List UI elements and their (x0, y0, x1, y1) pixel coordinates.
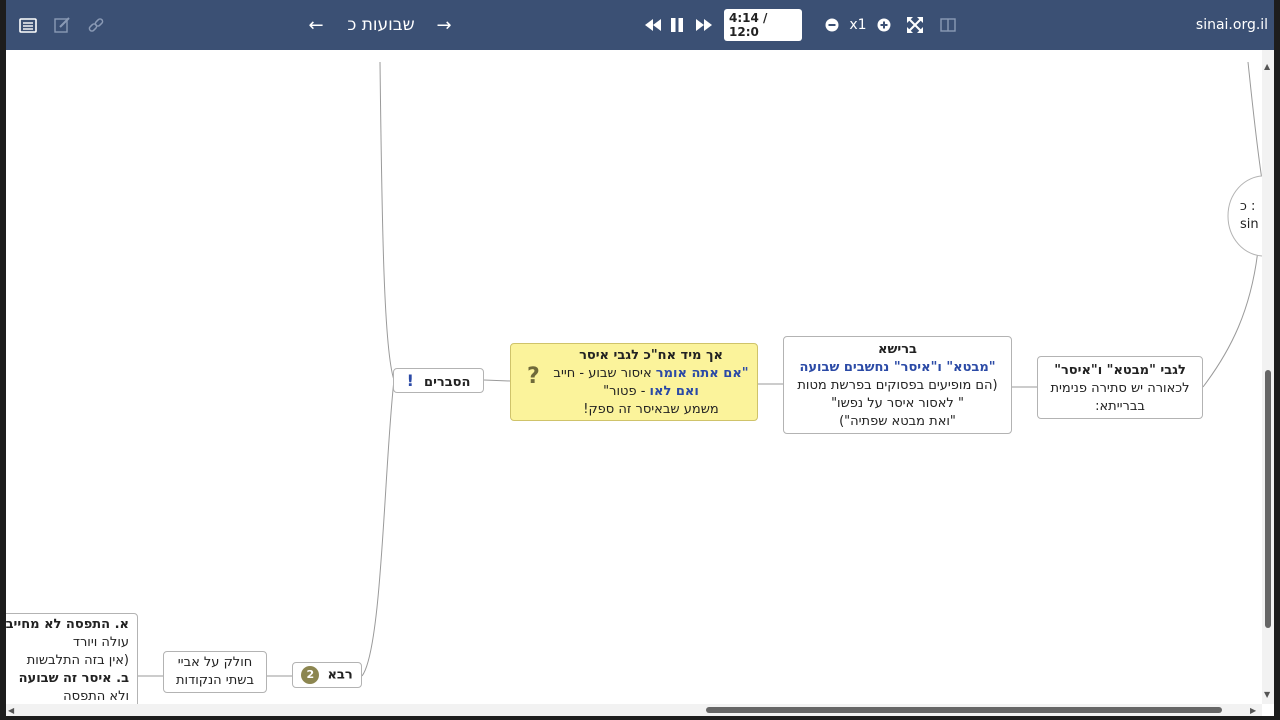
central-node-partial[interactable]: כ : sin (1240, 198, 1262, 234)
node-highlight-text: "אם אתה אומר (655, 366, 749, 381)
vertical-scroll-thumb[interactable] (1265, 370, 1271, 628)
node-text: - פטור" (603, 384, 650, 399)
node-text: חולק על אביי (177, 655, 253, 670)
horizontal-scroll-thumb[interactable] (706, 707, 1222, 713)
exclamation-icon: ! (406, 371, 414, 390)
node-title: אך מיד אח"כ לגבי איסר (579, 348, 723, 363)
node-text: (אין בזה התלבשות (26, 653, 129, 668)
prev-arrow-button[interactable]: ← (304, 0, 328, 50)
node-text: ולא התפסה (63, 689, 129, 704)
node-text: א. התפסה לא מחייבת (6, 617, 129, 632)
window-edge (0, 716, 1280, 720)
time-readout: 4:14 / 12:0 (724, 9, 802, 41)
toolbar: ← שבועות כ → 4:14 / 12:0 x1 sinai.org.il (0, 0, 1280, 50)
link-icon[interactable] (84, 0, 108, 50)
node-lagabei-mivta-isar[interactable]: לגבי "מבטא" ו"איסר" לכאורה יש סתירה פנימ… (1037, 356, 1203, 419)
horizontal-scrollbar[interactable]: ◀ ▶ (6, 704, 1262, 716)
next-arrow-button[interactable]: → (432, 0, 456, 50)
scroll-up-icon[interactable]: ▲ (1264, 62, 1270, 71)
node-text: עולה ויורד (72, 635, 129, 650)
node-text: בשתי הנקודות (176, 673, 254, 688)
time-display: 4:14 / 12:0 (724, 0, 802, 50)
node-text: כ : (1240, 199, 1256, 214)
node-text: sin (1240, 217, 1259, 232)
node-text: " לאסור איסר על נפשו" (831, 396, 964, 411)
pause-icon[interactable] (666, 0, 688, 50)
list-icon[interactable] (16, 0, 40, 50)
edit-icon[interactable] (50, 0, 74, 50)
scroll-right-icon[interactable]: ▶ (1250, 706, 1256, 715)
rewind-icon[interactable] (642, 0, 664, 50)
node-holek[interactable]: חולק על אביי בשתי הנקודות (163, 651, 267, 693)
speed-label[interactable]: x1 (846, 0, 870, 50)
site-link[interactable]: sinai.org.il (1190, 0, 1274, 50)
node-left-points[interactable]: א. התפסה לא מחייבת עולה ויורד (אין בזה ה… (6, 613, 138, 704)
node-label: הסברים (424, 375, 471, 390)
node-text: ב. איסר זה שבועה (18, 671, 129, 686)
node-ach-miyad[interactable]: ? אך מיד אח"כ לגבי איסר "אם אתה אומר איס… (510, 343, 758, 421)
scroll-left-icon[interactable]: ◀ (8, 706, 14, 715)
split-view-icon[interactable] (937, 0, 959, 50)
zoom-in-icon[interactable] (874, 0, 894, 50)
node-highlight-text: ואם לאו (649, 384, 699, 399)
node-text: "ואת מבטא שפתיה") (839, 414, 956, 429)
scroll-down-icon[interactable]: ▼ (1264, 690, 1270, 699)
node-highlight-text: "מבטא" ו"איסר" נחשבים שבועה (799, 360, 996, 375)
lesson-title: שבועות כ (347, 15, 415, 35)
node-text: לכאורה יש סתירה פנימית (1050, 381, 1190, 396)
node-title: לגבי "מבטא" ו"איסר" (1054, 363, 1186, 378)
vertical-scrollbar[interactable]: ▲ ▼ (1262, 50, 1274, 704)
question-icon: ? (527, 364, 540, 389)
node-text: (הם מופיעים בפסוקים בפרשת מטות (797, 378, 998, 393)
window-edge (1274, 0, 1280, 720)
fast-forward-icon[interactable] (692, 0, 716, 50)
node-text: בברייתא: (1095, 399, 1145, 414)
mind-map-canvas[interactable]: לגבי "מבטא" ו"איסר" לכאורה יש סתירה פנימ… (6, 50, 1262, 704)
node-text: משמע שבאיסר זה ספק! (583, 402, 719, 417)
node-reisha[interactable]: ברישא "מבטא" ו"איסר" נחשבים שבועה (הם מו… (783, 336, 1012, 434)
fullscreen-icon[interactable] (904, 0, 926, 50)
node-text: איסור שבוע - חייב (553, 366, 656, 381)
node-rava[interactable]: רבא 2 (292, 662, 362, 688)
number-badge-icon: 2 (301, 666, 320, 684)
node-hesberim[interactable]: הסברים ! (393, 368, 484, 393)
window-edge (0, 0, 6, 720)
node-title: ברישא (878, 342, 917, 357)
node-label: רבא (327, 667, 353, 683)
zoom-out-icon[interactable] (822, 0, 842, 50)
